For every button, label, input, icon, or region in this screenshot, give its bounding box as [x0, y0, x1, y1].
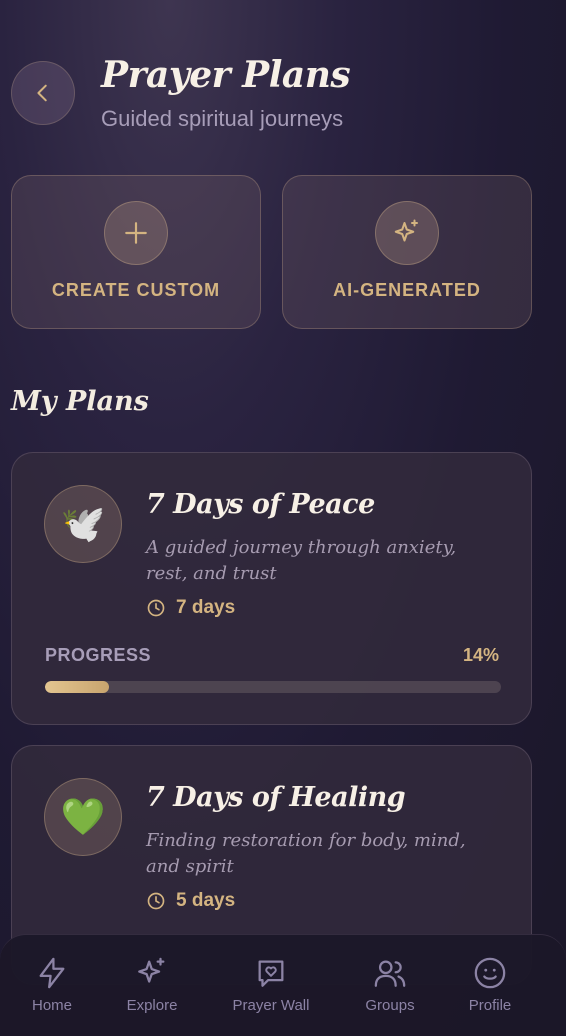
progress-bar [45, 681, 501, 693]
create-custom-button[interactable]: CREATE CUSTOM [11, 175, 261, 329]
tab-home-label: Home [31, 997, 72, 1014]
plan-title: 7 Days of Peace [146, 489, 375, 520]
dove-icon: 🕊️ [44, 485, 122, 563]
tab-profile[interactable]: Profile [435, 955, 545, 1014]
plus-icon [104, 201, 168, 265]
tab-prayer-wall-label: Prayer Wall [232, 997, 310, 1014]
my-plans-heading: My Plans [11, 386, 149, 417]
tab-explore[interactable]: Explore [97, 955, 207, 1014]
tab-groups-label: Groups [365, 997, 415, 1014]
plan-description: A guided journey through anxiety, rest, … [146, 537, 457, 584]
clock-icon [147, 892, 165, 910]
heart-message-icon [258, 960, 284, 987]
plan-duration-label: 5 days [176, 890, 236, 911]
smiley-icon [474, 957, 506, 989]
clock-icon [147, 599, 165, 617]
users-icon [374, 960, 406, 987]
green-heart-icon: 💚 [44, 778, 122, 856]
ai-generated-label: AI-GENERATED [333, 280, 481, 300]
tab-prayer-wall[interactable]: Prayer Wall [216, 955, 326, 1014]
sparkle-icon [375, 201, 439, 265]
plan-duration: 7 days [146, 597, 235, 619]
plan-duration: 5 days [146, 890, 235, 912]
progress-label: PROGRESS [45, 645, 152, 665]
chevron-left-icon [37, 84, 47, 102]
plan-duration-label: 7 days [176, 597, 236, 618]
tab-profile-label: Profile [468, 997, 512, 1014]
plan-card[interactable]: 🕊️ 7 Days of Peace A guided journey thro… [11, 452, 532, 725]
page-title: Prayer Plans [101, 54, 351, 96]
page-subtitle: Guided spiritual journeys [101, 106, 344, 131]
ai-generated-button[interactable]: AI-GENERATED [282, 175, 532, 329]
create-custom-label: CREATE CUSTOM [51, 280, 221, 300]
bolt-icon [39, 957, 65, 989]
progress-fill [45, 681, 109, 693]
back-button[interactable] [11, 61, 75, 125]
plan-description: Finding restoration for body, mind, and … [146, 830, 466, 877]
plan-title: 7 Days of Healing [146, 782, 406, 813]
tab-groups[interactable]: Groups [335, 955, 445, 1014]
tab-home[interactable]: Home [0, 955, 107, 1014]
progress-percent: 14% [462, 645, 499, 665]
tab-explore-label: Explore [126, 997, 178, 1014]
sparkles-icon [138, 957, 165, 983]
bottom-tab-bar: Home Explore Prayer Wall Groups Profile [0, 934, 566, 1036]
